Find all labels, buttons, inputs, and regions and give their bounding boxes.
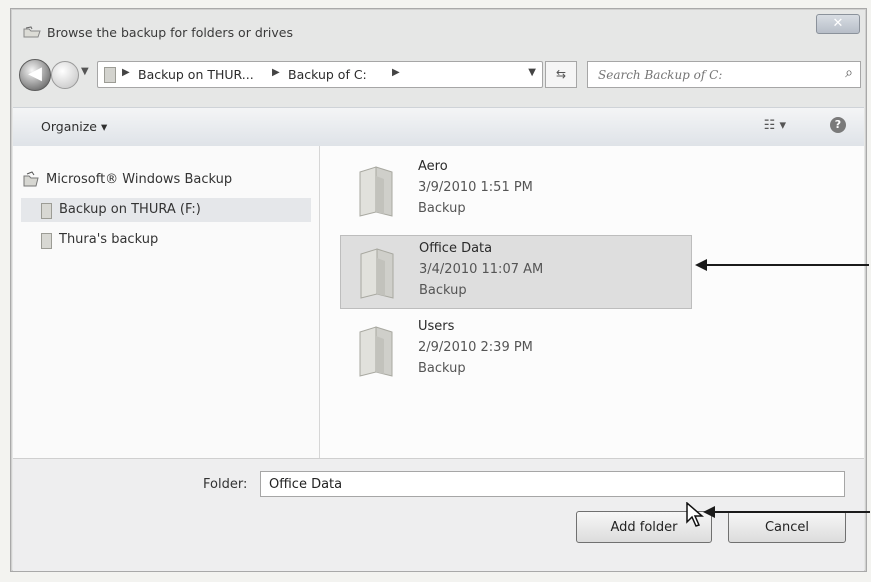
callout-arrow-selected-item [695, 259, 869, 271]
help-icon[interactable]: ? [830, 117, 846, 133]
nav-item-backup-on-thura[interactable]: Backup on THURA (F:) [21, 198, 311, 222]
nav-item-label: Thura's backup [59, 232, 159, 247]
breadcrumb-separator-icon[interactable]: ▶ [122, 67, 130, 78]
footer-bar: Folder: Add folder Cancel [13, 458, 864, 571]
back-button[interactable]: ◀ [19, 59, 51, 91]
folder-name-input[interactable] [260, 471, 845, 497]
item-name: Office Data [419, 241, 493, 256]
address-bar[interactable]: ▶ Backup on THUR... ▶ Backup of C: ▶ ▼ [97, 61, 543, 88]
breadcrumb-separator-icon[interactable]: ▶ [272, 67, 280, 78]
window-title: Browse the backup for folders or drives [47, 25, 293, 40]
item-date: 3/9/2010 1:51 PM [418, 180, 533, 195]
chevron-down-icon: ▾ [779, 118, 786, 133]
toolbar: Organize ▾ ☷ ▾ ? [13, 107, 864, 147]
item-name: Users [418, 319, 455, 334]
organize-label: Organize [41, 119, 97, 134]
file-list: Aero 3/9/2010 1:51 PM Backup Office Data… [320, 146, 864, 458]
chevron-down-icon: ▾ [100, 119, 108, 134]
item-date: 2/9/2010 2:39 PM [418, 340, 533, 355]
nav-item-windows-backup[interactable]: Microsoft® Windows Backup [21, 168, 311, 192]
windows-backup-icon [23, 171, 39, 187]
view-options-icon[interactable]: ☷ ▾ [764, 118, 786, 133]
browse-backup-dialog: Browse the backup for folders or drives … [10, 8, 867, 572]
breadcrumb-backup-on-thura[interactable]: Backup on THUR... [138, 67, 254, 82]
list-item[interactable]: Aero 3/9/2010 1:51 PM Backup [340, 154, 690, 226]
search-box[interactable]: ⌕ [587, 61, 861, 88]
item-type: Backup [419, 283, 467, 298]
history-dropdown-icon[interactable]: ▼ [81, 66, 89, 77]
refresh-button[interactable]: ⇆ [545, 61, 577, 88]
folder-icon [41, 233, 52, 249]
address-dropdown-icon[interactable]: ▼ [528, 67, 536, 78]
folder-icon [104, 67, 116, 83]
backup-folder-icon [23, 26, 41, 38]
search-icon[interactable]: ⌕ [845, 65, 853, 81]
navigation-bar: ◀ ▼ ▶ Backup on THUR... ▶ Backup of C: ▶… [19, 57, 861, 91]
item-type: Backup [418, 361, 466, 376]
folder-icon [41, 203, 52, 219]
navigation-pane: Microsoft® Windows Backup Backup on THUR… [13, 146, 320, 458]
cursor-icon [686, 502, 704, 527]
breadcrumb-separator-icon[interactable]: ▶ [392, 67, 400, 78]
item-date: 3/4/2010 11:07 AM [419, 262, 544, 277]
folder-icon [359, 166, 393, 217]
callout-arrow-add-folder [703, 506, 870, 518]
folder-icon [360, 248, 394, 299]
title-bar: Browse the backup for folders or drives … [11, 9, 866, 51]
nav-item-label: Backup on THURA (F:) [59, 202, 201, 217]
list-item-selected[interactable]: Office Data 3/4/2010 11:07 AM Backup [340, 235, 692, 309]
nav-item-thuras-backup[interactable]: Thura's backup [21, 228, 311, 252]
organize-menu[interactable]: Organize ▾ [41, 119, 107, 134]
nav-root-label: Microsoft® Windows Backup [46, 172, 233, 187]
cancel-button[interactable]: Cancel [728, 511, 846, 543]
search-input[interactable] [596, 65, 830, 84]
close-button[interactable]: ✕ [816, 14, 860, 34]
forward-button[interactable] [51, 61, 79, 89]
folder-icon [359, 326, 393, 377]
item-name: Aero [418, 159, 448, 174]
list-item[interactable]: Users 2/9/2010 2:39 PM Backup [340, 314, 690, 386]
view-label: ☷ [763, 118, 776, 133]
item-type: Backup [418, 201, 466, 216]
folder-label: Folder: [203, 477, 248, 492]
breadcrumb-backup-of-c[interactable]: Backup of C: [288, 67, 367, 82]
